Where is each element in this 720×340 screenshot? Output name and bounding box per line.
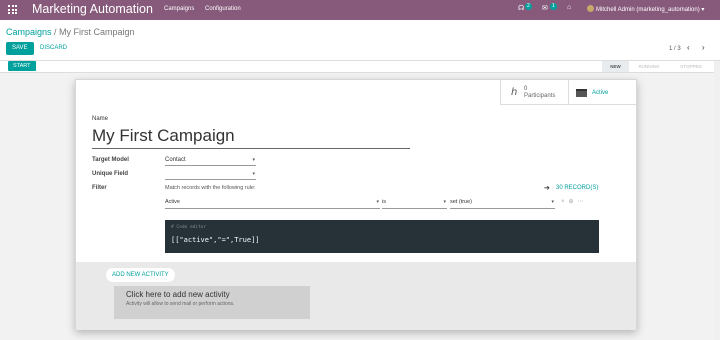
menu-configuration[interactable]: Configuration <box>205 6 241 12</box>
unique-field-select[interactable]: ▾ <box>165 171 256 180</box>
domain-field-value: Active <box>165 199 180 205</box>
statusbar: START NEW RUNNING STOPPED <box>0 61 720 73</box>
code-text: [["active","=",True]] <box>171 236 260 244</box>
breadcrumb-separator: / <box>51 27 60 37</box>
control-panel: Campaigns / My First Campaign SAVE DISCA… <box>0 20 720 61</box>
records-link[interactable]: 30 RECORD(S) <box>556 185 598 191</box>
target-model-value: Contact <box>165 157 186 163</box>
apps-menu-icon[interactable] <box>8 5 17 14</box>
button-box: ℎ 0 Participants Active <box>500 80 636 105</box>
pager-previous-icon[interactable]: ‹ <box>687 43 690 52</box>
more-icon[interactable]: ⋯ <box>578 199 588 205</box>
activity-icon[interactable]: ✉ <box>542 4 548 12</box>
menu-campaigns[interactable]: Campaigns <box>164 6 194 12</box>
arrow-right-icon: ➔ <box>544 185 550 192</box>
unique-field-label: Unique Field <box>92 171 128 177</box>
domain-operator-value: is <box>382 199 386 205</box>
stage-new[interactable]: NEW <box>602 61 629 72</box>
domain-operator-select[interactable]: is ▾ <box>382 197 447 209</box>
chevron-down-icon: ▾ <box>443 199 446 205</box>
save-button[interactable]: SAVE <box>6 42 34 55</box>
target-model-select[interactable]: Contact ▾ <box>165 157 256 166</box>
chevron-down-icon: ▾ <box>376 199 379 205</box>
stage-running[interactable]: RUNNING <box>632 61 666 72</box>
scrollbar[interactable] <box>714 61 720 340</box>
domain-value-value: set (true) <box>450 199 473 205</box>
home-icon[interactable]: ⌂ <box>567 4 571 11</box>
close-icon[interactable]: × <box>561 199 569 205</box>
participants-label: Participants <box>524 93 556 99</box>
breadcrumb-current: My First Campaign <box>59 27 135 37</box>
chevron-down-icon: ▾ <box>252 171 255 177</box>
person-icon: ℎ <box>511 87 518 98</box>
activity-count-badge: 1 <box>550 3 557 10</box>
add-rule-icon[interactable]: ⊕ <box>569 199 578 205</box>
domain-field-select[interactable]: Active ▾ <box>165 197 380 209</box>
pager-next-icon[interactable]: › <box>702 43 705 52</box>
participants-button[interactable]: ℎ 0 Participants <box>500 80 568 105</box>
avatar[interactable] <box>587 5 594 12</box>
form-sheet: ℎ 0 Participants Active Name My First Ca… <box>75 79 637 330</box>
participants-count: 0 <box>524 86 528 92</box>
breadcrumb: Campaigns / My First Campaign <box>6 27 135 37</box>
pager-value[interactable]: 1 / 3 <box>669 46 681 52</box>
top-navbar: Marketing Automation Campaigns Configura… <box>0 0 720 20</box>
code-comment: # Code editor <box>171 225 207 230</box>
helper-title: Click here to add new activity <box>126 290 230 299</box>
app-title[interactable]: Marketing Automation <box>32 2 153 16</box>
breadcrumb-campaigns[interactable]: Campaigns <box>6 27 52 37</box>
helper-description: Activity will allow to send mail or perf… <box>126 301 235 307</box>
filter-label: Filter <box>92 185 107 191</box>
name-label: Name <box>92 116 109 122</box>
filter-description: Match records with the following rule: <box>165 185 256 191</box>
chat-icon[interactable]: ☊ <box>518 4 524 12</box>
stage-stopped[interactable]: STOPPED <box>672 61 710 72</box>
start-button[interactable]: START <box>8 61 36 71</box>
domain-value-select[interactable]: set (true) ▾ <box>450 197 555 209</box>
chevron-down-icon: ▾ <box>551 199 554 205</box>
add-new-activity-button[interactable]: ADD NEW ACTIVITY <box>106 268 175 282</box>
archive-icon <box>576 89 587 97</box>
active-label: Active <box>592 90 609 96</box>
chevron-down-icon: ▾ <box>252 157 255 163</box>
active-toggle-button[interactable]: Active <box>568 80 636 105</box>
campaign-name-input[interactable]: My First Campaign <box>92 126 410 149</box>
user-menu[interactable]: Mitchell Admin (marketing_automation) ▾ <box>596 6 704 13</box>
domain-actions: ×⊕⋯ <box>561 198 588 205</box>
chat-count-badge: 2 <box>525 3 532 10</box>
add-activity-helper[interactable]: Click here to add new activity Activity … <box>114 286 310 319</box>
target-model-label: Target Model <box>92 157 129 163</box>
activity-area: ADD NEW ACTIVITY Click here to add new a… <box>76 262 636 330</box>
code-editor[interactable]: # Code editor [["active","=",True]] <box>165 220 599 253</box>
user-name: Mitchell Admin (marketing_automation) <box>596 7 700 13</box>
discard-button[interactable]: DISCARD <box>40 42 67 55</box>
